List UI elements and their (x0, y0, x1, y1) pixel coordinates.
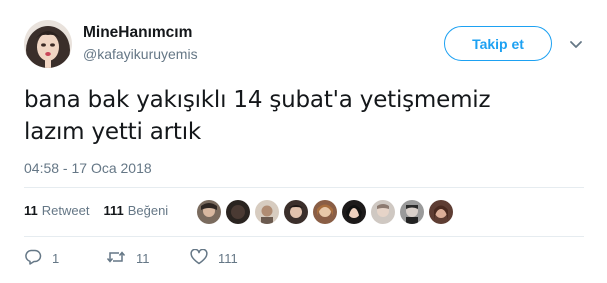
heart-icon (190, 248, 218, 268)
like-stat[interactable]: 111 Beğeni (103, 203, 168, 218)
likers-avatars (197, 200, 458, 224)
user-handle[interactable]: @kafayikuruyemis (83, 46, 198, 62)
like-stat-label: Beğeni (127, 203, 169, 218)
retweet-icon (106, 249, 136, 268)
liker-avatar[interactable] (342, 200, 366, 224)
chevron-down-icon[interactable] (568, 36, 584, 52)
liker-avatar[interactable] (226, 200, 250, 224)
like-button[interactable]: 111 (190, 248, 238, 268)
retweet-stat[interactable]: 11 Retweet (24, 203, 89, 218)
liker-avatar[interactable] (255, 200, 279, 224)
liker-avatar[interactable] (400, 200, 424, 224)
reply-icon (24, 249, 52, 268)
reply-button[interactable]: 1 (24, 249, 106, 268)
reply-count: 1 (52, 251, 60, 266)
divider (24, 236, 584, 237)
liker-avatar[interactable] (429, 200, 453, 224)
retweet-count: 11 (136, 251, 150, 266)
tweet-stats: 11 Retweet 111 Beğeni (24, 203, 182, 218)
liker-avatar[interactable] (197, 200, 221, 224)
tweet-text: bana bak yakışıklı 14 şubat'a yetişmemiz… (24, 84, 584, 148)
tweet-text-line: lazım yetti artık (24, 119, 202, 145)
follow-button[interactable]: Takip et (444, 26, 552, 61)
display-name[interactable]: MineHanımcım (83, 24, 192, 42)
like-count: 111 (218, 251, 238, 266)
divider (24, 187, 584, 188)
retweet-button[interactable]: 11 (106, 249, 190, 268)
liker-avatar[interactable] (313, 200, 337, 224)
like-stat-count: 111 (103, 203, 124, 218)
tweet-actions: 1 11 111 (24, 248, 238, 268)
liker-avatar[interactable] (284, 200, 308, 224)
liker-avatar[interactable] (371, 200, 395, 224)
tweet-text-line: bana bak yakışıklı 14 şubat'a yetişmemiz (24, 87, 491, 113)
retweet-stat-count: 11 (24, 203, 38, 218)
retweet-stat-label: Retweet (41, 203, 90, 218)
avatar[interactable] (24, 20, 72, 68)
tweet-timestamp[interactable]: 04:58 - 17 Oca 2018 (24, 160, 152, 176)
